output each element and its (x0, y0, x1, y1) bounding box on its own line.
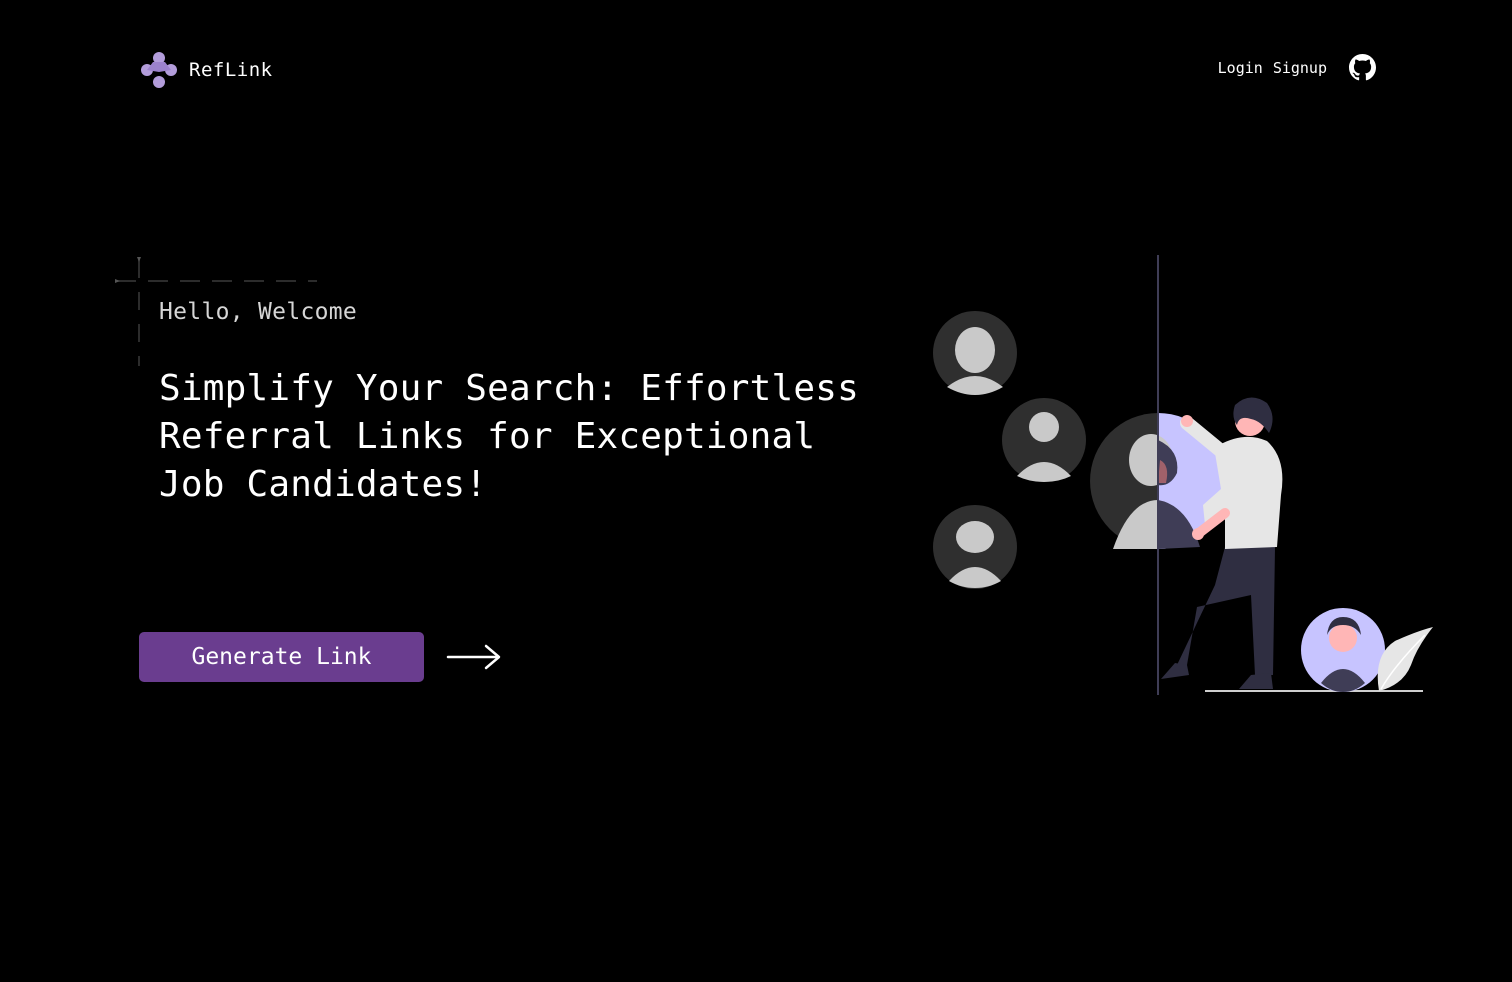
avatar-circle-top (933, 311, 1017, 395)
person-connecting-profiles-illustration (933, 255, 1433, 695)
generate-link-button[interactable]: Generate Link (139, 632, 424, 682)
hero-headline: Simplify Your Search: Effortless Referra… (159, 368, 859, 505)
nav-links: Login Signup (1218, 54, 1376, 81)
brand-link[interactable]: RefLink (139, 50, 273, 90)
arrow-right-icon (446, 644, 501, 670)
signup-link[interactable]: Signup (1273, 59, 1327, 77)
top-navbar: RefLink Login Signup (0, 0, 1512, 140)
github-icon (1349, 54, 1376, 81)
greeting-text: Hello, Welcome (159, 299, 358, 325)
plant-leaf (1377, 627, 1433, 691)
login-link[interactable]: Login (1218, 59, 1263, 77)
avatar-circle-bottom (933, 505, 1017, 589)
reflink-logo-icon (141, 52, 177, 88)
avatar-circle-small (1301, 608, 1385, 692)
github-link[interactable] (1349, 54, 1376, 81)
brand-name: RefLink (189, 59, 273, 81)
avatar-circle-middle (1002, 398, 1086, 482)
